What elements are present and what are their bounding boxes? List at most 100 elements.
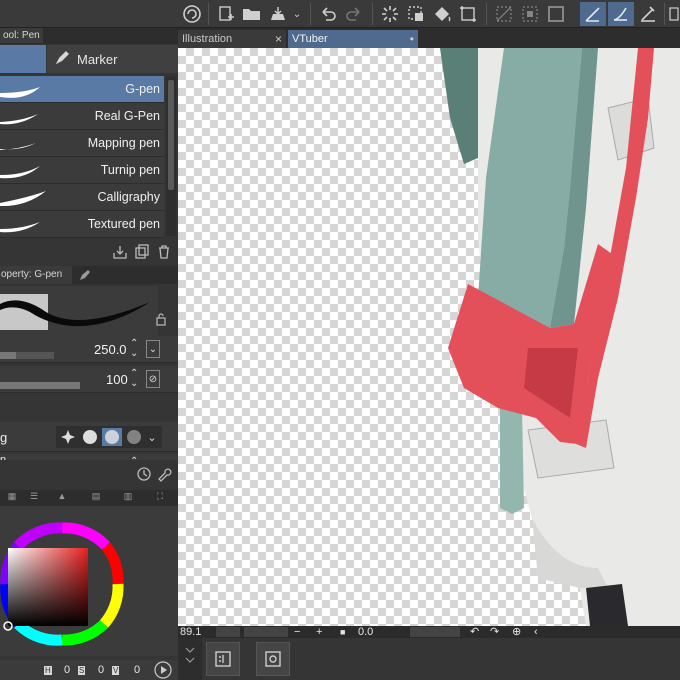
brush-size-up-icon[interactable]: ⌃ [130, 339, 138, 349]
brush-item-real-g-pen[interactable]: Real G-Pen [0, 103, 164, 130]
brush-tip-row: g ⌄ [0, 422, 178, 452]
open-folder-icon[interactable] [240, 2, 264, 26]
tip-shape-dropdown-icon[interactable]: ⌄ [144, 428, 160, 446]
tool-property-title[interactable]: operty: G-pen [0, 266, 72, 284]
save-dropdown-icon[interactable]: ⌄ [290, 2, 304, 26]
subtool-tab-marker[interactable]: Marker [47, 45, 178, 73]
brush-item-calligraphy[interactable]: Calligraphy [0, 184, 164, 211]
tip-shape-hard-icon[interactable] [58, 428, 78, 446]
tab-illustration[interactable]: Illustration × [178, 30, 286, 48]
rotation-field[interactable] [410, 627, 460, 637]
zoom-field[interactable] [244, 627, 288, 637]
pressure-settings-button[interactable]: ⌄ [146, 340, 160, 358]
color-panel-tabs: ▦ ☰ ▲ ▤ ▥ ⛶ [0, 490, 178, 506]
brush-item-textured-pen[interactable]: Textured pen [0, 211, 164, 238]
rotate-left-icon[interactable]: ↶ [470, 626, 479, 638]
opacity-down-icon[interactable]: ⌄ [130, 379, 138, 389]
navigator-icon[interactable] [256, 642, 290, 676]
redo-icon[interactable] [342, 2, 366, 26]
brush-list: G-pen Real G-Pen Mapping pen Turnip pen … [0, 76, 164, 238]
close-icon[interactable]: × [275, 30, 282, 48]
trash-icon[interactable] [156, 244, 172, 260]
tip-shape-circle-icon[interactable] [80, 428, 100, 446]
brush-stroke-preview [0, 191, 46, 207]
play-icon[interactable] [154, 661, 172, 680]
bottom-bar-toggle[interactable] [178, 638, 202, 680]
selection-border-icon[interactable] [544, 2, 568, 26]
transform-icon[interactable] [404, 2, 428, 26]
panel-title-bar: ool: Pen [0, 28, 178, 44]
fit-icon[interactable]: ■ [340, 626, 345, 638]
zoom-value[interactable]: 89.1 [180, 626, 201, 638]
opacity-value[interactable]: 100 [106, 372, 128, 387]
lock-icon[interactable] [154, 312, 168, 326]
v-label: V [112, 666, 120, 675]
duplicate-icon[interactable] [134, 244, 150, 260]
unsaved-dot-icon[interactable]: • [410, 30, 414, 48]
save-icon[interactable] [266, 2, 290, 26]
brush-list-scrollbar[interactable] [166, 76, 176, 236]
color-history-tab-icon[interactable]: ⛶ [148, 491, 172, 505]
stroke-preview-curve [0, 300, 150, 327]
sub-tool-panel: ool: Pen Marker G-pen Real G-Pen Mapping… [0, 28, 178, 680]
drawing-canvas[interactable] [178, 48, 680, 626]
tab-vtuber[interactable]: VTuber • [288, 30, 418, 48]
pen-settings-icon[interactable] [78, 268, 92, 282]
h-label: H [44, 666, 52, 675]
reset-rotation-icon[interactable]: ⊕ [512, 626, 521, 638]
snap-to-special-ruler-icon[interactable] [608, 2, 634, 26]
zoom-in-icon[interactable]: + [316, 626, 322, 638]
subtool-tab-pen[interactable] [0, 45, 46, 73]
snap-to-ruler-icon[interactable] [580, 2, 606, 26]
sub-tool-group-tabs: Marker [0, 45, 178, 73]
zoom-out-icon[interactable]: − [294, 626, 300, 638]
color-wheel-tab-icon[interactable]: ▦ [0, 491, 24, 505]
opacity-up-icon[interactable]: ⌃ [130, 369, 138, 379]
color-set-tab-icon[interactable]: ▲ [50, 491, 74, 505]
brush-size-value[interactable]: 250.0 [94, 342, 127, 357]
brush-item-mapping-pen[interactable]: Mapping pen [0, 130, 164, 157]
brush-item-g-pen[interactable]: G-pen [0, 76, 164, 103]
v-value: 0 [134, 664, 141, 676]
fill-icon[interactable] [430, 2, 454, 26]
new-file-icon[interactable] [214, 2, 238, 26]
h-value: 0 [64, 664, 71, 676]
wrench-icon[interactable] [156, 466, 172, 482]
brush-label: Textured pen [87, 217, 160, 231]
intermediate-color-tab-icon[interactable]: ▤ [84, 491, 108, 505]
app-logo-icon[interactable] [180, 2, 204, 26]
color-wheel[interactable] [0, 506, 178, 656]
rotation-value[interactable]: 0.0 [358, 626, 373, 638]
approximate-color-tab-icon[interactable]: ▥ [116, 491, 140, 505]
panel-title[interactable]: ool: Pen [0, 28, 43, 43]
tip-shape-airbrush-icon[interactable] [124, 428, 144, 446]
tab-label: Illustration [182, 33, 233, 45]
tip-shape-soft-icon[interactable] [102, 428, 122, 446]
crop-icon[interactable] [456, 2, 480, 26]
color-slider-tab-icon[interactable]: ☰ [22, 491, 46, 505]
rotate-right-icon[interactable]: ↷ [490, 626, 499, 638]
brush-label: Calligraphy [97, 190, 160, 204]
clear-icon[interactable] [378, 2, 402, 26]
brush-size-slider[interactable] [0, 352, 54, 359]
flip-icon[interactable]: ‹ [534, 626, 538, 638]
opacity-slider[interactable] [0, 382, 80, 389]
brush-tip-shapes: ⌄ [56, 426, 162, 448]
sub-tool-detail-icon[interactable] [136, 466, 152, 482]
import-icon[interactable] [112, 244, 128, 260]
brush-item-turnip-pen[interactable]: Turnip pen [0, 157, 164, 184]
opacity-settings-button[interactable]: ⊘ [146, 370, 160, 388]
brush-size-down-icon[interactable]: ⌄ [130, 349, 138, 359]
hsv-readout: H 0 S 0 V 0 [0, 660, 178, 680]
s-value: 0 [98, 664, 105, 676]
invert-selection-icon[interactable] [518, 2, 542, 26]
layer-panel-icon[interactable] [206, 642, 240, 676]
selection-off-icon[interactable] [492, 2, 516, 26]
zoom-slider[interactable] [216, 627, 240, 637]
s-label: S [78, 666, 86, 675]
main-toolbar: ⌄ [0, 0, 680, 28]
more-toolbar-icon[interactable] [668, 2, 680, 26]
undo-icon[interactable] [316, 2, 340, 26]
snap-to-grid-icon[interactable] [636, 2, 660, 26]
brush-label: G-pen [125, 82, 160, 96]
